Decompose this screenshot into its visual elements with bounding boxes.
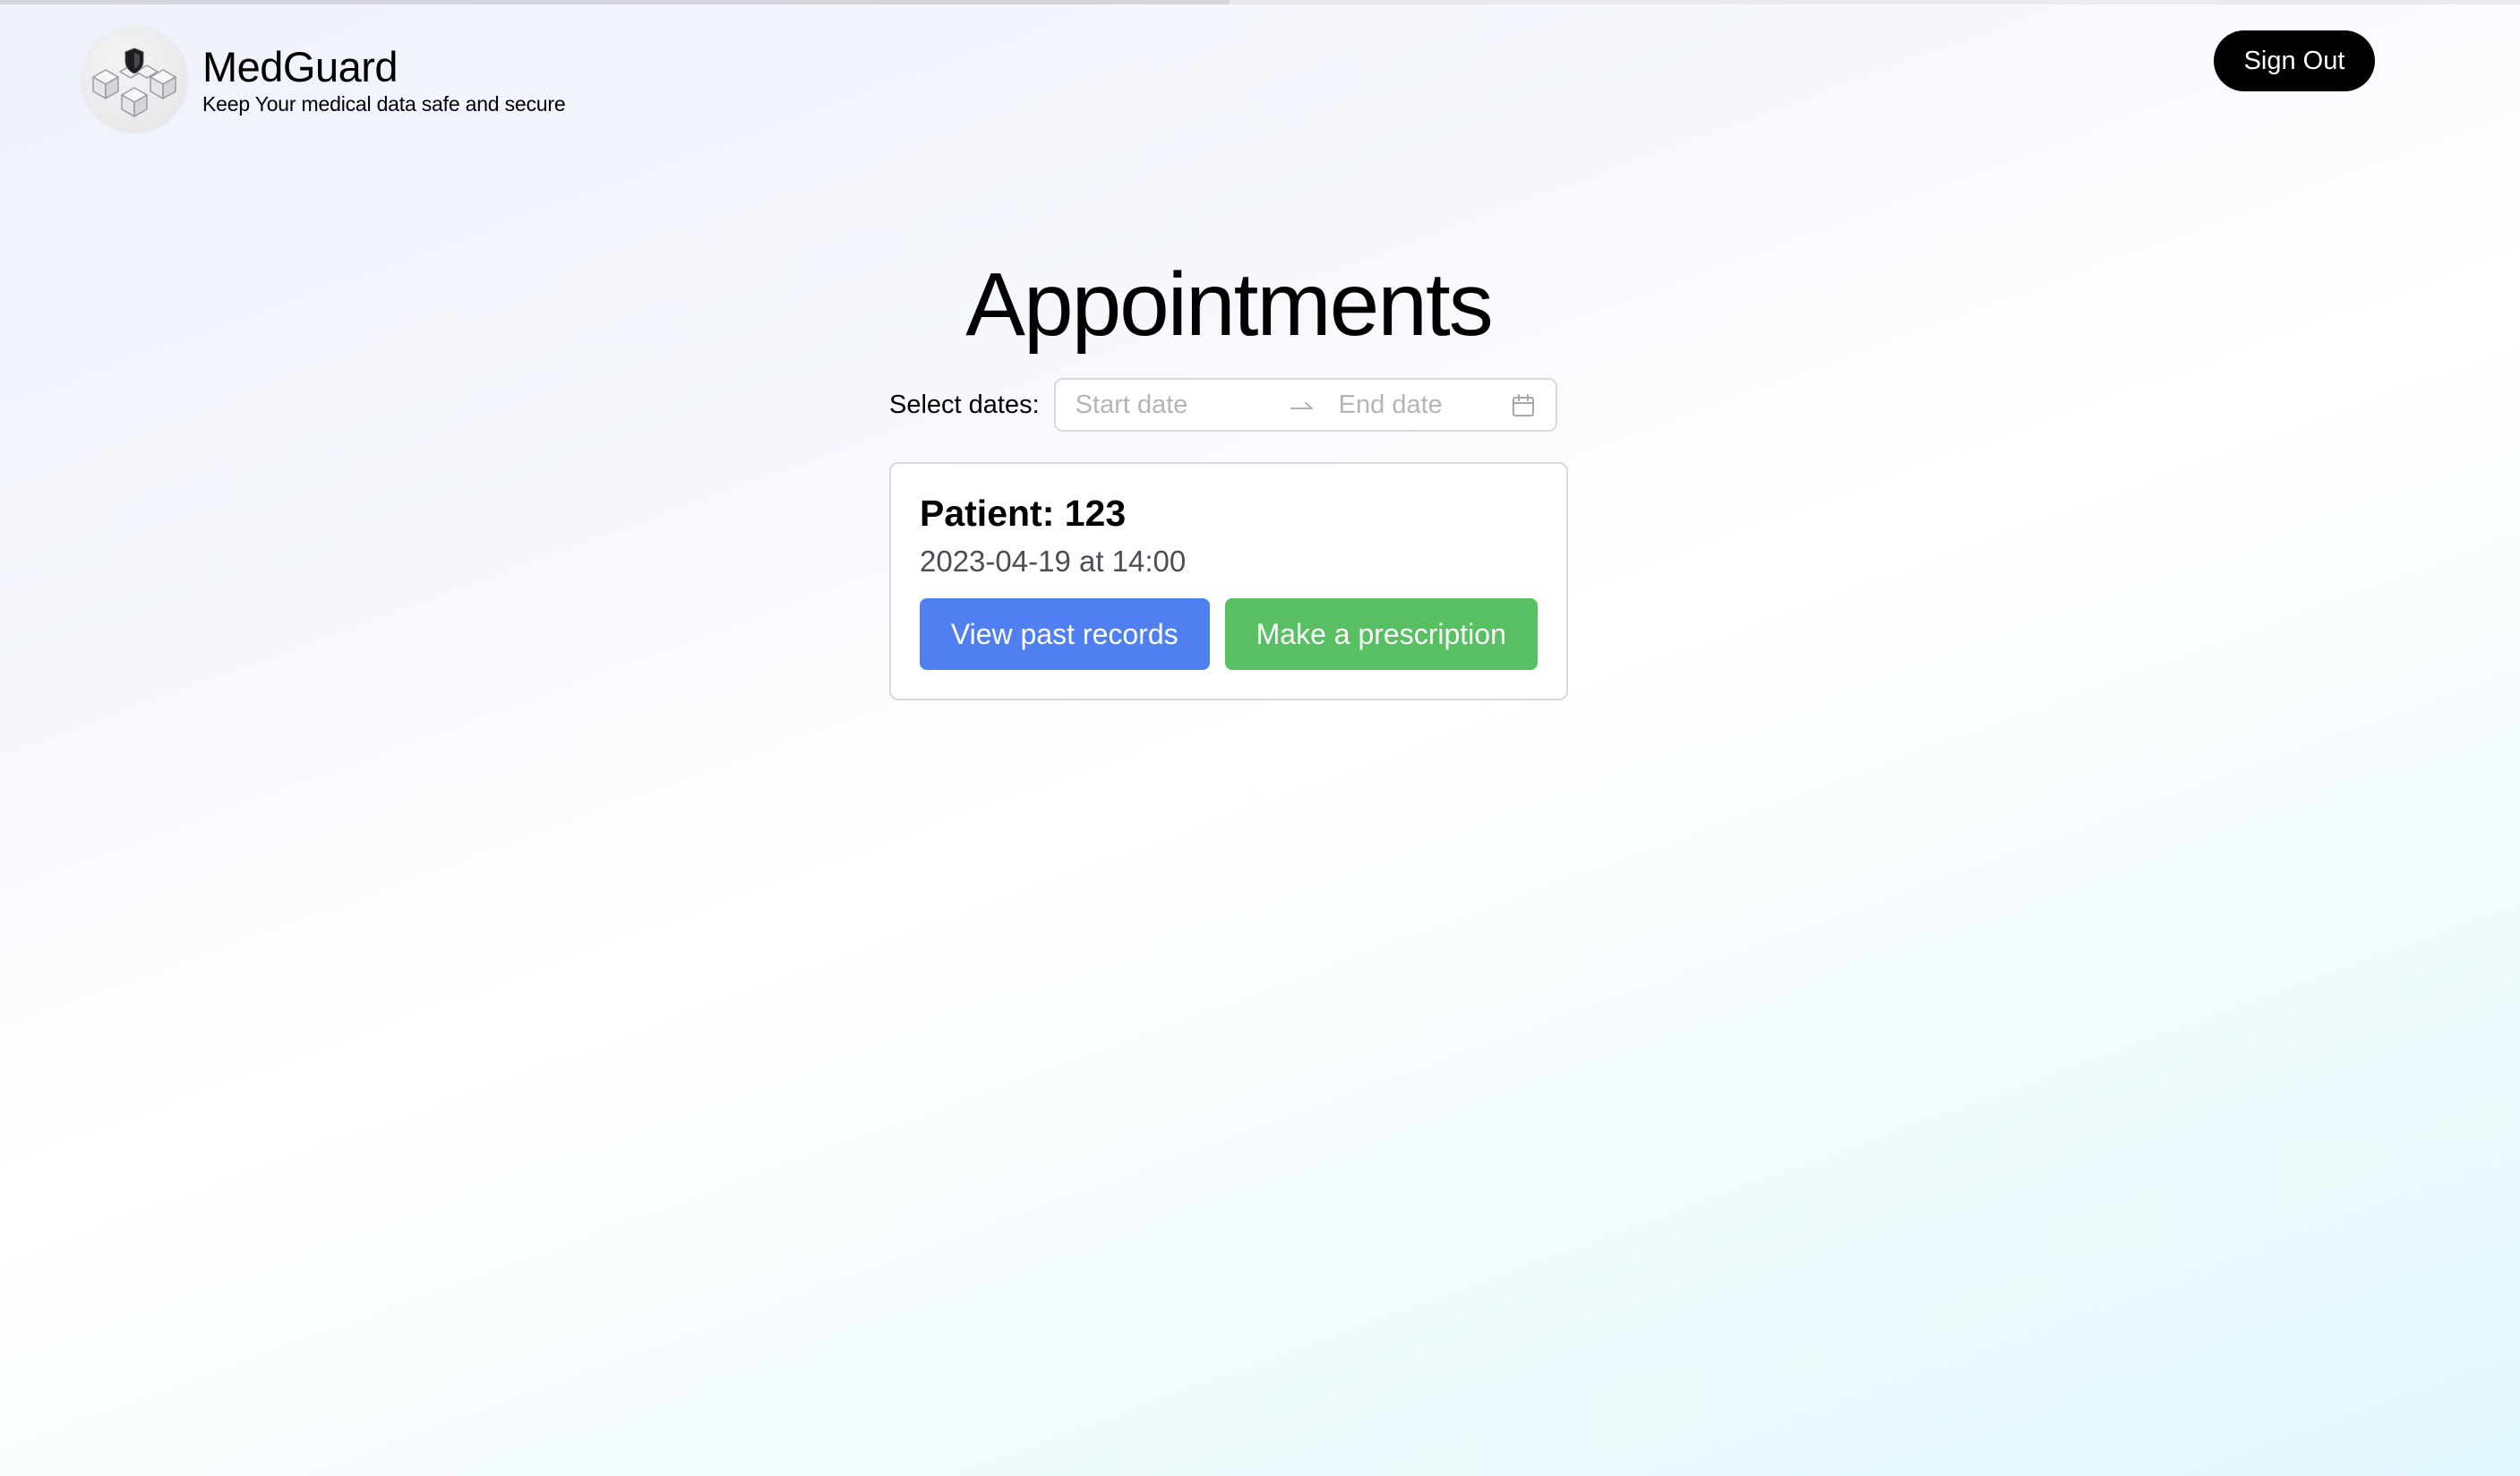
page-title: Appointments (965, 254, 1493, 355)
appointment-card: Patient: 123 2023-04-19 at 14:00 View pa… (889, 462, 1568, 700)
page-loading-bar (0, 0, 2520, 4)
end-date-input[interactable] (1338, 390, 1536, 420)
page-loading-bar-fill (0, 0, 1230, 4)
app-name: MedGuard (202, 43, 399, 90)
app-tagline: Keep Your medical data safe and secure (202, 92, 566, 116)
start-date-input[interactable] (1075, 390, 1273, 420)
appointment-actions: View past records Make a prescription (920, 598, 1538, 670)
view-past-records-button[interactable]: View past records (920, 598, 1210, 670)
date-filter: Select dates: (889, 377, 1557, 433)
date-filter-label: Select dates: (889, 390, 1040, 419)
arrow-right-icon (1281, 399, 1323, 411)
shield-cubes-logo-icon (81, 25, 188, 133)
date-filter-label-colon: : (1032, 390, 1040, 419)
brand[interactable]: MedGuard Keep Your medical data safe and… (81, 25, 566, 133)
appointment-datetime: 2023-04-19 at 14:00 (920, 545, 1187, 578)
patient-title: Patient: 123 (920, 493, 1127, 534)
calendar-icon[interactable] (1511, 393, 1536, 423)
sign-out-button[interactable]: Sign Out (2214, 30, 2375, 91)
make-prescription-button[interactable]: Make a prescription (1224, 598, 1538, 670)
date-range-picker[interactable] (1053, 378, 1557, 432)
